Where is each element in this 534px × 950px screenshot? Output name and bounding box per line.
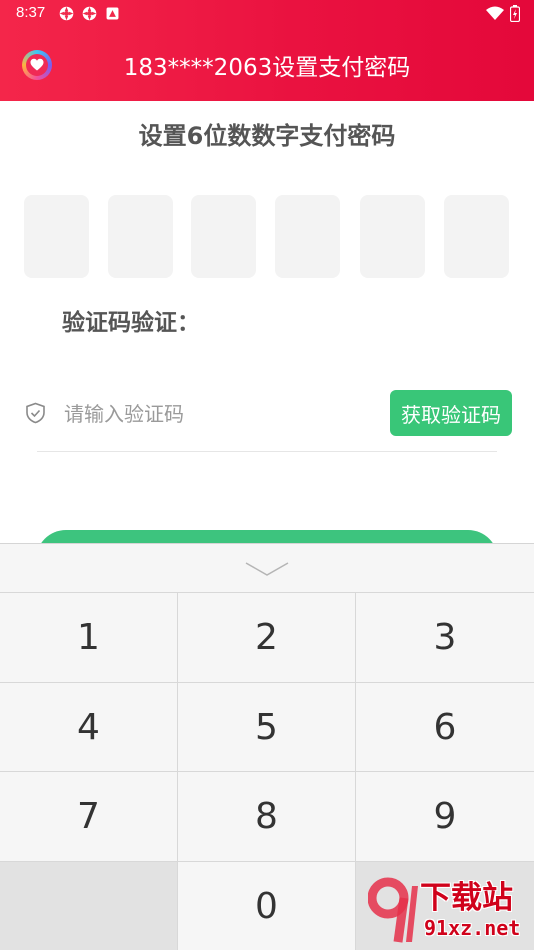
pin-box-2[interactable] bbox=[108, 195, 173, 278]
key-1[interactable]: 1 bbox=[0, 592, 178, 682]
pin-input-group[interactable] bbox=[24, 195, 510, 278]
key-8[interactable]: 8 bbox=[178, 771, 356, 861]
wifi-icon bbox=[486, 6, 504, 20]
key-blank bbox=[0, 861, 178, 950]
get-code-button[interactable]: 获取验证码 bbox=[390, 390, 512, 436]
settings-icon bbox=[59, 6, 74, 21]
chevron-down-icon bbox=[245, 562, 289, 576]
battery-icon bbox=[510, 5, 520, 22]
pin-box-4[interactable] bbox=[275, 195, 340, 278]
numeric-keyboard: 1 2 3 4 5 6 7 8 9 0 bbox=[0, 543, 534, 950]
pin-box-3[interactable] bbox=[191, 195, 256, 278]
page-title: 183****2063设置支付密码 bbox=[123, 55, 411, 81]
key-6[interactable]: 6 bbox=[356, 682, 534, 771]
keyboard-collapse-button[interactable] bbox=[0, 544, 534, 592]
settings-icon bbox=[82, 6, 97, 21]
key-delete[interactable] bbox=[356, 861, 534, 950]
pin-box-1[interactable] bbox=[24, 195, 89, 278]
key-5[interactable]: 5 bbox=[178, 682, 356, 771]
app-icon bbox=[106, 7, 119, 20]
status-bar: 8:37 bbox=[0, 0, 534, 28]
input-divider bbox=[37, 451, 497, 452]
verify-code-label: 验证码验证： bbox=[62, 310, 200, 336]
key-2[interactable]: 2 bbox=[178, 592, 356, 682]
pin-box-5[interactable] bbox=[360, 195, 425, 278]
key-9[interactable]: 9 bbox=[356, 771, 534, 861]
pin-box-6[interactable] bbox=[444, 195, 509, 278]
shield-check-icon bbox=[26, 402, 45, 424]
verification-code-input[interactable] bbox=[64, 396, 364, 432]
key-3[interactable]: 3 bbox=[356, 592, 534, 682]
key-7[interactable]: 7 bbox=[0, 771, 178, 861]
pin-heading: 设置6位数数字支付密码 bbox=[138, 122, 396, 150]
header-bar: 8:37 183****2063设置支付密码 bbox=[0, 0, 534, 101]
key-4[interactable]: 4 bbox=[0, 682, 178, 771]
status-system-icons bbox=[486, 5, 520, 22]
status-notification-icons bbox=[58, 5, 121, 22]
status-time: 8:37 bbox=[16, 4, 46, 21]
key-0[interactable]: 0 bbox=[178, 861, 356, 950]
